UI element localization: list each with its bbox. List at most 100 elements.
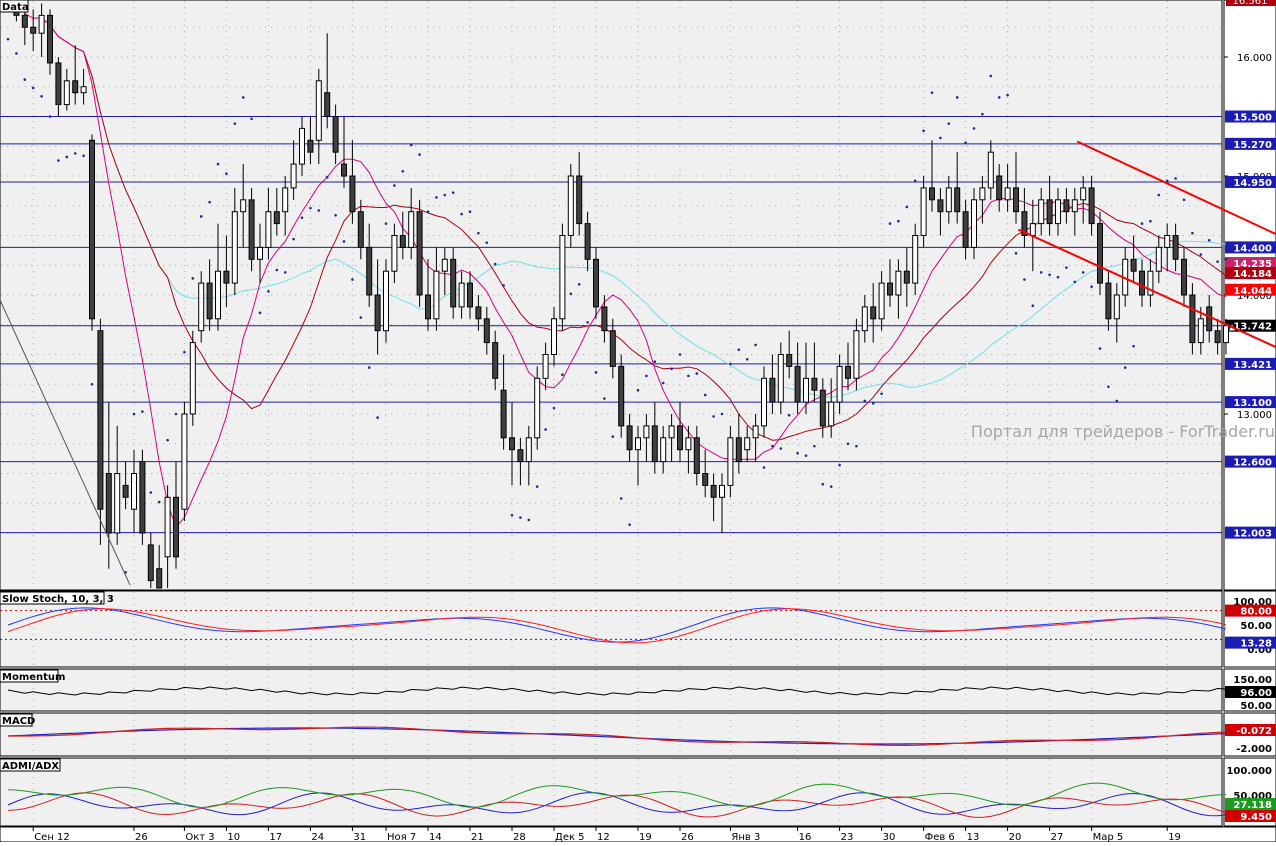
sar-dot	[1149, 219, 1152, 223]
sar-dot	[577, 282, 581, 286]
sar-dot	[947, 122, 951, 125]
panel-stoch	[0, 590, 1223, 668]
level-label: 13.100	[1233, 398, 1272, 409]
sar-dot	[317, 209, 321, 212]
stoch-axis-label: 50.00	[1240, 621, 1272, 632]
candle-down	[593, 258, 599, 308]
candle-down	[105, 473, 112, 534]
candle-up	[912, 235, 919, 284]
candle-up	[719, 484, 725, 498]
sar-dot	[451, 191, 455, 194]
sar-dot	[922, 129, 925, 133]
candle-up	[458, 282, 465, 308]
candle-down	[962, 211, 969, 248]
sar-dot	[65, 155, 69, 159]
sar-dot	[829, 485, 833, 488]
sar-dot	[6, 37, 10, 41]
sar-dot	[23, 78, 27, 81]
x-axis-label: Ноя 7	[387, 832, 416, 842]
sar-dot	[561, 373, 564, 377]
sar-dot	[989, 74, 993, 78]
candle-down	[357, 211, 364, 248]
adx-panel-label: ADMI/ADX	[2, 761, 59, 772]
sar-dot	[1157, 193, 1161, 197]
sar-dot	[796, 451, 799, 455]
candle-down	[819, 389, 826, 427]
candle-down	[517, 449, 524, 463]
sar-dot	[510, 513, 514, 517]
candle-up	[828, 401, 835, 427]
chart-svg: 16.56116.00015.00014.00013.00015.50015.2…	[0, 0, 1276, 843]
candle-down	[609, 330, 616, 367]
candle-up	[63, 80, 70, 106]
candle-down	[1206, 306, 1213, 332]
candle-down	[1097, 223, 1103, 284]
candle-down	[147, 544, 154, 582]
sar-dot	[309, 206, 312, 210]
chart: 16.56116.00015.00014.00013.00015.50015.2…	[0, 0, 1276, 843]
sar-dot	[376, 416, 379, 419]
candle-up	[265, 211, 272, 248]
level-label: 14.950	[1233, 178, 1272, 189]
stoch-panel-label: Slow Stoch, 10, 3, 3	[2, 594, 114, 605]
sar-dot	[1056, 275, 1060, 279]
sar-dot	[1014, 252, 1018, 255]
sar-dot	[955, 96, 959, 99]
candle-down	[492, 342, 499, 379]
candle-up	[1223, 325, 1229, 344]
sar-dot	[1199, 253, 1203, 256]
candle-up	[895, 270, 902, 296]
x-axis-label: 26	[681, 832, 694, 842]
candle-down	[1013, 187, 1019, 213]
sar-dot	[216, 162, 220, 166]
sar-dot	[1006, 93, 1009, 97]
sar-dot	[166, 438, 169, 442]
candle-up	[643, 425, 650, 439]
candle-down	[500, 389, 507, 439]
sar-dot	[258, 311, 262, 315]
sar-dot	[964, 141, 967, 144]
candle-up	[1113, 294, 1120, 320]
candle-up	[987, 151, 994, 189]
x-axis-label: Мар 5	[1093, 832, 1124, 842]
sar-dot	[527, 518, 531, 522]
candle-up	[240, 199, 247, 213]
sar-dot	[149, 491, 153, 494]
candle-up	[231, 211, 238, 284]
sar-dot	[939, 136, 942, 140]
candle-down	[1181, 258, 1187, 296]
momentum-axis-label: 50.00	[1240, 701, 1272, 712]
sar-dot	[1182, 198, 1186, 202]
candle-down	[1214, 330, 1221, 344]
sar-dot	[981, 112, 984, 116]
stoch-level-label: 80.00	[1240, 607, 1272, 618]
sar-dot	[846, 442, 850, 446]
sar-dot	[779, 447, 783, 450]
candle-down	[903, 270, 910, 284]
sar-dot	[40, 94, 43, 98]
level-label: 12.003	[1233, 529, 1272, 540]
top-price-label: 16.561	[1233, 0, 1268, 7]
sar-dot	[401, 169, 405, 173]
x-axis-label: 16	[799, 832, 812, 842]
candle-up	[752, 425, 759, 439]
candle-up	[290, 163, 297, 189]
candle-down	[794, 365, 801, 403]
macd-current-label: -0.072	[1236, 726, 1272, 737]
x-axis-label: 20	[1009, 832, 1022, 842]
sar-dot	[897, 219, 900, 223]
macd-axis-label: -2.000	[1236, 744, 1272, 755]
candle-down	[97, 330, 104, 510]
candle-up	[114, 473, 121, 534]
sar-dot	[1140, 222, 1144, 225]
candle-down	[366, 246, 373, 296]
sar-dot	[359, 316, 363, 319]
sar-dot	[653, 360, 657, 363]
candle-up	[525, 437, 532, 463]
sar-dot	[519, 516, 522, 519]
sar-dot	[485, 241, 489, 244]
sar-dot	[460, 212, 463, 216]
candle-down	[1130, 258, 1137, 272]
main-panel-label: Data	[2, 2, 29, 13]
candle-up	[441, 258, 448, 272]
